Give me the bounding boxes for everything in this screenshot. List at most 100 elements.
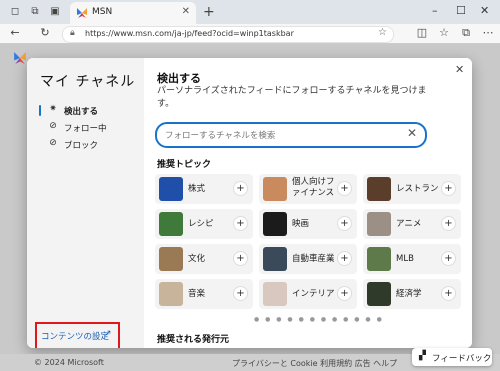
nav-following[interactable]: ⊘ フォロー中 [37, 121, 137, 135]
add-icon[interactable]: + [442, 217, 455, 230]
nav-label: ブロック [64, 141, 99, 151]
minimize-icon[interactable]: – [432, 4, 438, 17]
lock-icon: 🔒︎ [70, 28, 75, 38]
block-icon: ⊘ [49, 138, 57, 148]
anime-thumbnail [367, 212, 391, 236]
topic-label: 映画 [292, 219, 310, 229]
nav-label: 検出する [64, 107, 99, 117]
copyright: © 2024 Microsoft [34, 358, 104, 367]
check-circle-icon: ⊘ [49, 121, 57, 131]
add-icon[interactable]: + [338, 182, 351, 195]
stocks-thumbnail [159, 177, 183, 201]
topic-label: アニメ [396, 219, 422, 229]
favorite-star-icon[interactable]: ☆ [378, 27, 387, 38]
economics-thumbnail [367, 282, 391, 306]
mlb-thumbnail [367, 247, 391, 271]
dialog-sidebar: マイ チャネル ✷ 検出する ⊘ フォロー中 ⊘ ブロック コンテンツの設定 ↗ [27, 58, 144, 348]
active-indicator [39, 105, 41, 116]
add-icon[interactable]: + [338, 252, 351, 265]
topic-card[interactable]: 自動車産業 + [259, 244, 357, 274]
tab-title: MSN [92, 7, 113, 17]
topic-card[interactable]: 映画 + [259, 209, 357, 239]
topic-card[interactable]: 経済学 + [363, 279, 461, 309]
channel-search-input[interactable]: フォローするチャネルを検索 ✕ [155, 122, 427, 148]
culture-thumbnail [159, 247, 183, 271]
close-window-icon[interactable]: ✕ [480, 4, 489, 17]
topic-card[interactable]: 文化 + [155, 244, 253, 274]
automotive-thumbnail [263, 247, 287, 271]
topic-label: 経済学 [396, 289, 422, 299]
clear-search-icon[interactable]: ✕ [407, 126, 417, 140]
maximize-icon[interactable]: ☐ [456, 4, 466, 17]
topic-card[interactable]: アニメ + [363, 209, 461, 239]
topic-grid: 株式 + 個人向けファイナンス + レストラン + レシピ + 映画 + アニメ… [155, 174, 461, 310]
topic-label: 音楽 [188, 289, 206, 299]
collections-icon[interactable]: ⧉ [459, 26, 473, 40]
add-icon[interactable]: + [442, 182, 455, 195]
feedback-label: フィードバック [432, 354, 492, 364]
split-screen-icon[interactable]: ◫ [415, 26, 429, 40]
topic-label: レストラン [396, 184, 439, 194]
footer-links[interactable]: プライバシーと Cookie 利用規約 広告 ヘルプ [232, 358, 397, 369]
compass-icon: ✷ [49, 104, 57, 114]
feedback-button[interactable]: ▞ フィードバック [412, 348, 492, 366]
topic-label: 個人向けファイナンス [292, 177, 335, 198]
more-options-icon[interactable]: ⋯ [481, 26, 495, 40]
topic-card[interactable]: レシピ + [155, 209, 253, 239]
topic-label: インテリア [292, 289, 335, 299]
content-settings-link[interactable]: コンテンツの設定 [41, 330, 109, 342]
add-icon[interactable]: + [442, 287, 455, 300]
browser-tab-bar: ◻ ⧉ ▣ MSN ✕ + – ☐ ✕ [0, 0, 500, 24]
nav-blocked[interactable]: ⊘ ブロック [37, 138, 137, 152]
add-icon[interactable]: + [338, 287, 351, 300]
profile-icon[interactable]: ◻ [8, 5, 22, 19]
nav-discover[interactable]: ✷ 検出する [37, 104, 137, 118]
favorites-icon[interactable]: ☆ [437, 26, 451, 40]
topic-label: 自動車産業 [292, 254, 335, 264]
back-arrow-icon[interactable]: ← [8, 26, 22, 40]
main-title: 検出する [157, 72, 201, 85]
search-placeholder: フォローするチャネルを検索 [165, 131, 276, 141]
topic-label: レシピ [188, 219, 214, 229]
my-channels-dialog: マイ チャネル ✷ 検出する ⊘ フォロー中 ⊘ ブロック コンテンツの設定 ↗… [27, 58, 472, 348]
msn-butterfly-icon [77, 8, 87, 18]
add-icon[interactable]: + [442, 252, 455, 265]
msn-logo-icon [14, 52, 26, 64]
add-icon[interactable]: + [234, 252, 247, 265]
topic-label: 文化 [188, 254, 206, 264]
close-icon[interactable]: ✕ [455, 63, 464, 76]
tab-close-icon[interactable]: ✕ [182, 6, 190, 17]
add-icon[interactable]: + [234, 217, 247, 230]
address-bar-row: ← ↻ 🔒︎ https://www.msn.com/ja-jp/feed?oc… [0, 24, 500, 44]
topic-label: 株式 [188, 184, 206, 194]
recipe-thumbnail [159, 212, 183, 236]
external-link-icon: ↗ [104, 329, 112, 339]
carousel-dots[interactable]: ● ● ● ● ● ● ● ● ● ● ● ● [254, 316, 384, 323]
topic-card[interactable]: インテリア + [259, 279, 357, 309]
dialog-main: ✕ 検出する パーソナライズされたフィードにフォローするチャネルを見つけます。 … [144, 58, 472, 348]
topic-label: MLB [396, 254, 414, 264]
topic-card[interactable]: 個人向けファイナンス + [259, 174, 357, 204]
add-icon[interactable]: + [234, 287, 247, 300]
description: パーソナライズされたフィードにフォローするチャネルを見つけます。 [157, 86, 427, 109]
tab-actions-icon[interactable]: ▣ [48, 5, 62, 19]
add-icon[interactable]: + [234, 182, 247, 195]
refresh-icon[interactable]: ↻ [38, 26, 52, 40]
music-thumbnail [159, 282, 183, 306]
feedback-icon: ▞ [419, 351, 426, 361]
add-icon[interactable]: + [338, 217, 351, 230]
nav-label: フォロー中 [64, 124, 107, 134]
topic-card[interactable]: MLB + [363, 244, 461, 274]
interior-thumbnail [263, 282, 287, 306]
topic-card[interactable]: 株式 + [155, 174, 253, 204]
topic-card[interactable]: レストラン + [363, 174, 461, 204]
url-text: https://www.msn.com/ja-jp/feed?ocid=winp… [85, 29, 294, 38]
restaurant-thumbnail [367, 177, 391, 201]
topic-card[interactable]: 音楽 + [155, 279, 253, 309]
tab-msn[interactable]: MSN ✕ [70, 2, 196, 24]
sidebar-title: マイ チャネル [40, 74, 136, 90]
recommended-publishers-heading: 推奨される発行元 [157, 335, 230, 345]
new-tab-button[interactable]: + [203, 4, 215, 20]
workspaces-icon[interactable]: ⧉ [28, 5, 42, 19]
url-field[interactable]: 🔒︎ https://www.msn.com/ja-jp/feed?ocid=w… [62, 26, 394, 43]
